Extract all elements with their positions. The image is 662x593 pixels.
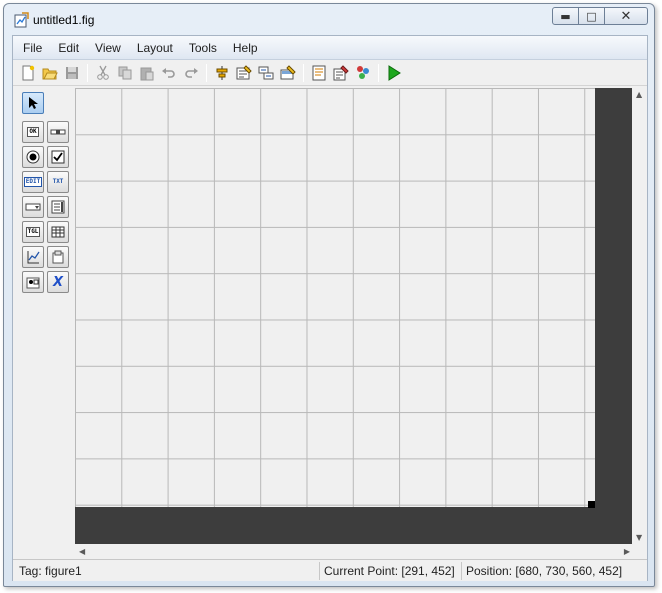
edit-text-tool[interactable]: EDIT	[22, 171, 44, 193]
panel-tool[interactable]	[47, 246, 69, 268]
status-current-point: Current Point: [291, 452]	[319, 562, 459, 580]
button-group-icon	[26, 277, 40, 289]
property-inspector-button[interactable]	[330, 63, 351, 84]
vertical-scrollbar[interactable]: ▲ ▼	[632, 88, 647, 544]
pointer-arrow-icon	[29, 97, 38, 109]
push-button-tool[interactable]: OK	[22, 121, 44, 143]
scroll-right-icon[interactable]: ▶	[624, 547, 630, 556]
scroll-left-icon[interactable]: ◀	[79, 547, 85, 556]
tab-order-editor-button[interactable]	[255, 63, 276, 84]
activex-x-icon: X	[52, 274, 64, 290]
menu-editor-icon	[236, 65, 252, 80]
figure-file-icon	[14, 12, 29, 28]
close-button[interactable]: ✕	[604, 7, 648, 25]
new-figure-button[interactable]	[17, 63, 38, 84]
copy-icon	[118, 66, 131, 80]
listbox-icon	[51, 200, 65, 214]
copy-button[interactable]	[114, 63, 135, 84]
object-browser-icon	[356, 66, 369, 79]
redo-icon	[184, 68, 198, 78]
paste-icon	[140, 67, 153, 81]
cut-icon	[96, 65, 109, 80]
menu-editor-button[interactable]	[233, 63, 254, 84]
toolbar-editor-icon	[280, 65, 296, 80]
static-text-label: TXT	[52, 178, 64, 185]
menu-layout[interactable]: Layout	[129, 36, 181, 60]
panel-icon	[52, 250, 64, 264]
toggle-button-tool[interactable]: TGL	[22, 221, 44, 243]
new-file-icon	[22, 65, 34, 81]
menu-tools[interactable]: Tools	[181, 36, 225, 60]
figure-resize-handle[interactable]	[588, 501, 595, 508]
checkbox-icon	[51, 150, 65, 164]
toolbar-separator	[206, 64, 207, 82]
axes-icon	[27, 251, 40, 264]
paste-button[interactable]	[136, 63, 157, 84]
slider-icon	[50, 129, 66, 135]
popup-menu-icon	[25, 203, 41, 211]
minimize-button[interactable]: ▬	[552, 7, 579, 25]
toolbar-editor-button[interactable]	[277, 63, 298, 84]
close-icon: ✕	[620, 8, 632, 24]
table-icon	[51, 226, 65, 238]
menu-view[interactable]: View	[87, 36, 129, 60]
object-browser-button[interactable]	[352, 63, 373, 84]
minimize-icon: ▬	[560, 9, 571, 23]
title-bar[interactable]: untitled1.fig ▬ □ ✕	[4, 4, 654, 34]
undo-icon	[161, 68, 175, 78]
tab-order-editor-icon	[258, 66, 273, 80]
menu-help[interactable]: Help	[225, 36, 266, 60]
button-group-tool[interactable]	[22, 271, 44, 293]
property-inspector-icon	[333, 65, 349, 81]
layout-canvas[interactable]	[75, 88, 632, 544]
toolbar-separator	[303, 64, 304, 82]
run-figure-icon	[388, 65, 401, 81]
popup-menu-tool[interactable]	[22, 196, 44, 218]
open-file-button[interactable]	[39, 63, 60, 84]
select-tool-button[interactable]	[22, 92, 44, 114]
toolbar-separator	[378, 64, 379, 82]
align-objects-icon	[216, 66, 227, 80]
align-objects-button[interactable]	[211, 63, 232, 84]
menu-bar: File Edit View Layout Tools Help	[13, 36, 647, 60]
listbox-tool[interactable]	[47, 196, 69, 218]
maximize-button[interactable]: □	[578, 7, 605, 25]
slider-tool[interactable]	[47, 121, 69, 143]
menu-edit[interactable]: Edit	[50, 36, 87, 60]
run-figure-button[interactable]	[383, 63, 404, 84]
radio-button-icon	[26, 150, 40, 164]
edit-text-label: EDIT	[23, 177, 43, 187]
axes-tool[interactable]	[22, 246, 44, 268]
status-tag: Tag: figure1	[19, 564, 82, 578]
menu-file[interactable]: File	[15, 36, 50, 60]
activex-control-tool[interactable]: X	[47, 271, 69, 293]
checkbox-tool[interactable]	[47, 146, 69, 168]
save-icon	[65, 67, 78, 79]
static-text-tool[interactable]: TXT	[47, 171, 69, 193]
save-button[interactable]	[61, 63, 82, 84]
toolbar-separator	[87, 64, 88, 82]
toolbar	[13, 61, 647, 86]
push-button-label: OK	[27, 127, 39, 137]
horizontal-scrollbar[interactable]: ◀ ▶	[75, 544, 632, 559]
radio-button-tool[interactable]	[22, 146, 44, 168]
open-folder-icon	[42, 68, 58, 80]
m-file-editor-button[interactable]	[308, 63, 329, 84]
client-area: File Edit View Layout Tools Help OK EDIT…	[12, 35, 648, 581]
guide-window: untitled1.fig ▬ □ ✕ File Edit View Layou…	[3, 3, 655, 587]
window-title: untitled1.fig	[33, 13, 95, 27]
scroll-up-icon[interactable]: ▲	[636, 90, 642, 99]
toggle-button-label: TGL	[25, 227, 41, 237]
undo-button[interactable]	[158, 63, 179, 84]
table-tool[interactable]	[47, 221, 69, 243]
status-position: Position: [680, 730, 560, 452]	[461, 562, 647, 580]
maximize-icon: □	[586, 9, 597, 23]
cut-button[interactable]	[92, 63, 113, 84]
redo-button[interactable]	[180, 63, 201, 84]
status-bar: Tag: figure1 Current Point: [291, 452] P…	[13, 559, 647, 581]
m-file-editor-icon	[312, 65, 325, 81]
figure-layout-grid[interactable]	[75, 88, 595, 507]
scroll-down-icon[interactable]: ▼	[636, 533, 642, 542]
